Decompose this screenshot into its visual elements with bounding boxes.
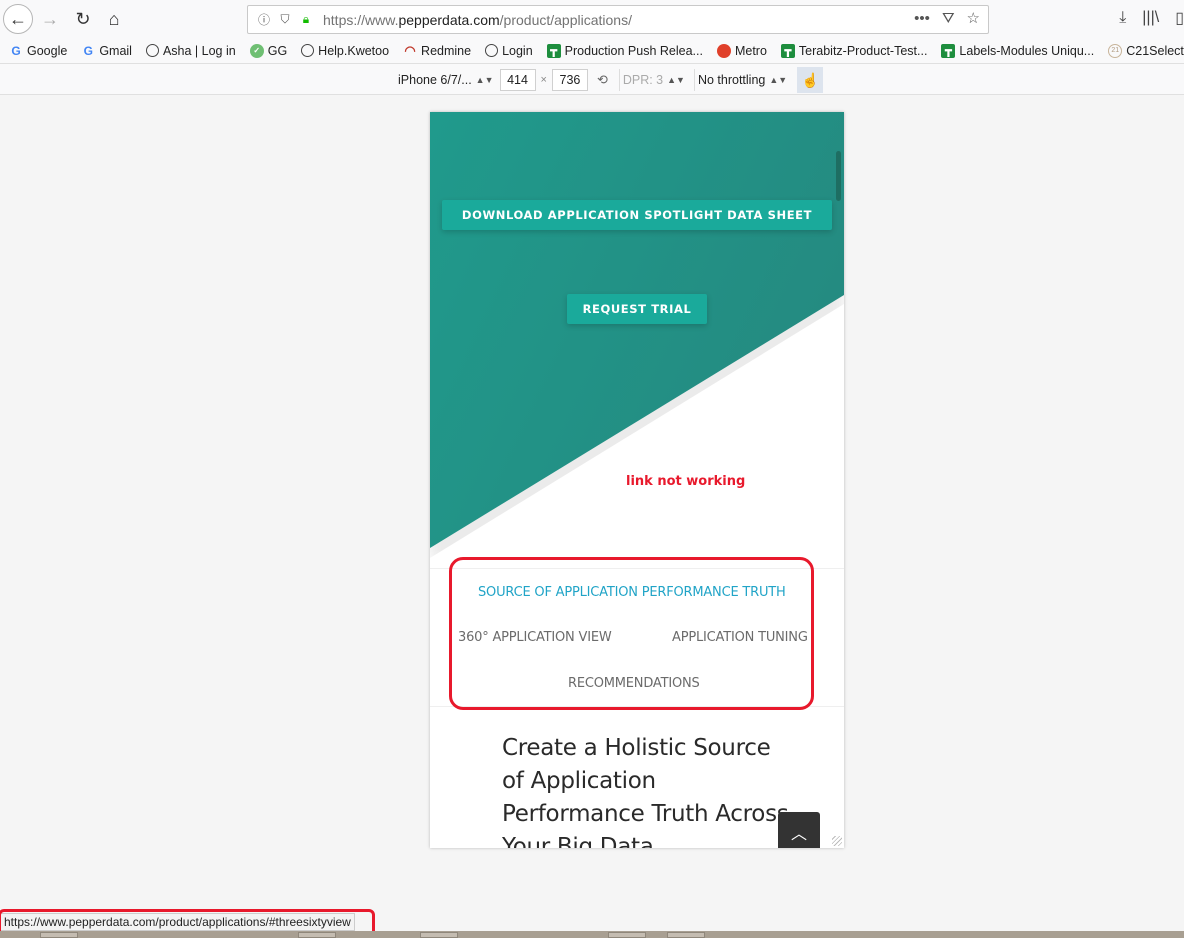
- tab-source-of-truth[interactable]: SOURCE OF APPLICATION PERFORMANCE TRUTH: [478, 585, 786, 600]
- bookmark-login[interactable]: Login: [485, 44, 533, 58]
- redmine-icon: ◠: [404, 42, 416, 58]
- arrow-right-icon: →: [41, 8, 59, 29]
- download-icon[interactable]: ⤓: [1119, 9, 1126, 27]
- bookmark-redmine[interactable]: ◠ Redmine: [403, 42, 471, 58]
- url-bar[interactable]: ⓘ ⛉ 🔒︎ https://www.pepperdata.com/produc…: [247, 5, 989, 34]
- bookmark-metro[interactable]: Metro: [716, 43, 767, 58]
- throttling-select[interactable]: No throttling ▲▼: [698, 73, 793, 87]
- c21-icon: 21: [1108, 43, 1123, 58]
- navigation-toolbar: ← → ↻ ⌂ ⓘ ⛉ 🔒︎ https://www.pepperdata.co…: [0, 0, 1184, 38]
- hand-pointer-icon: ☝: [801, 71, 819, 88]
- status-link-preview: https://www.pepperdata.com/product/appli…: [0, 913, 355, 931]
- reload-icon: ↻: [75, 8, 91, 29]
- google-icon: G: [11, 43, 21, 58]
- arrow-left-icon: ←: [9, 8, 27, 29]
- tab-recommendations[interactable]: RECOMMENDATIONS: [568, 676, 700, 691]
- dimension-separator: ×: [540, 74, 547, 86]
- annotation-label: link not working: [626, 474, 746, 489]
- google-icon: G: [83, 43, 93, 58]
- divider: [430, 706, 844, 707]
- ellipsis-icon[interactable]: •••: [914, 10, 930, 27]
- url-text[interactable]: https://www.pepperdata.com/product/appli…: [323, 12, 632, 28]
- bookmark-terabitz[interactable]: ┳ Terabitz-Product-Test...: [780, 43, 927, 58]
- star-icon[interactable]: ☆: [967, 9, 980, 27]
- back-button[interactable]: ←: [3, 4, 33, 34]
- section-heading: Create a Holistic Source of Application …: [502, 735, 789, 848]
- device-select[interactable]: iPhone 6/7/... ▲▼: [398, 73, 500, 87]
- bookmark-google[interactable]: G Google: [9, 44, 67, 58]
- bookmarks-bar: G Google G Gmail Asha | Log in ✓ GG Help.Kw…: [0, 38, 1184, 64]
- touch-simulation-button[interactable]: ☝: [797, 67, 824, 93]
- shield-icon[interactable]: ⛉: [277, 12, 293, 28]
- bookmark-asha[interactable]: Asha | Log in: [145, 44, 236, 58]
- select-arrows-icon: ▲▼: [667, 75, 685, 85]
- select-arrows-icon: ▲▼: [475, 75, 494, 85]
- info-icon[interactable]: ⓘ: [256, 12, 272, 28]
- rotate-icon[interactable]: ⟲: [597, 72, 608, 88]
- bookmark-c21select[interactable]: 21 C21Select: [1108, 43, 1184, 58]
- select-arrows-icon: ▲▼: [769, 75, 788, 85]
- home-icon: ⌂: [108, 8, 120, 29]
- pocket-icon[interactable]: ⛛: [942, 10, 955, 27]
- lock-icon[interactable]: 🔒︎: [298, 12, 314, 28]
- tab-application-tuning[interactable]: APPLICATION TUNING: [672, 630, 808, 645]
- reload-button[interactable]: ↻: [69, 5, 97, 33]
- bookmark-labels-modules[interactable]: ┳ Labels-Modules Uniqu...: [941, 43, 1094, 58]
- home-button[interactable]: ⌂: [100, 5, 128, 33]
- taskbar-item[interactable]: [608, 932, 646, 938]
- gg-icon: ✓: [249, 43, 264, 58]
- divider: [618, 69, 620, 91]
- bookmark-gmail[interactable]: G Gmail: [81, 44, 132, 58]
- bookmark-gg[interactable]: ✓ GG: [249, 43, 287, 58]
- scroll-to-top-button[interactable]: ︿: [778, 812, 820, 848]
- request-trial-button[interactable]: REQUEST TRIAL: [567, 294, 707, 324]
- dpr-select[interactable]: DPR: 3 ▲▼: [623, 73, 691, 87]
- viewport-height-input[interactable]: 736: [551, 69, 588, 91]
- metro-icon: [716, 43, 731, 58]
- library-icon[interactable]: |||\: [1142, 9, 1159, 27]
- globe-icon: [485, 44, 499, 57]
- globe-icon: [301, 44, 315, 57]
- forward-button[interactable]: →: [36, 5, 64, 33]
- download-data-sheet-button[interactable]: DOWNLOAD APPLICATION SPOTLIGHT DATA SHEE…: [442, 200, 832, 230]
- bookmark-production-push[interactable]: ┳ Production Push Relea...: [546, 43, 703, 58]
- responsive-design-toolbar: iPhone 6/7/... ▲▼ 414 × 736 ⟲ DPR: 3 ▲▼ No…: [0, 64, 1184, 95]
- mobile-viewport: DOWNLOAD APPLICATION SPOTLIGHT DATA SHEE…: [430, 112, 844, 848]
- sidebar-icon[interactable]: ▯: [1175, 8, 1184, 28]
- taskbar-item[interactable]: [40, 932, 78, 938]
- taskbar-item[interactable]: [298, 932, 336, 938]
- globe-icon: [145, 44, 159, 57]
- divider: [693, 69, 695, 91]
- divider: [430, 568, 844, 569]
- sheets-icon: ┳: [941, 43, 956, 58]
- bookmark-help-kwetoo[interactable]: Help.Kwetoo: [301, 44, 389, 58]
- os-taskbar: [0, 931, 1184, 938]
- taskbar-item[interactable]: [667, 932, 705, 938]
- tab-360-view[interactable]: 360° APPLICATION VIEW: [458, 630, 612, 645]
- chevron-up-icon: ︿: [790, 826, 807, 843]
- resize-handle[interactable]: [832, 836, 842, 846]
- viewport-width-input[interactable]: 414: [499, 69, 536, 91]
- sheets-icon: ┳: [546, 43, 561, 58]
- taskbar-item[interactable]: [420, 932, 458, 938]
- sheets-icon: ┳: [780, 43, 795, 58]
- scrollbar-thumb[interactable]: [836, 151, 841, 201]
